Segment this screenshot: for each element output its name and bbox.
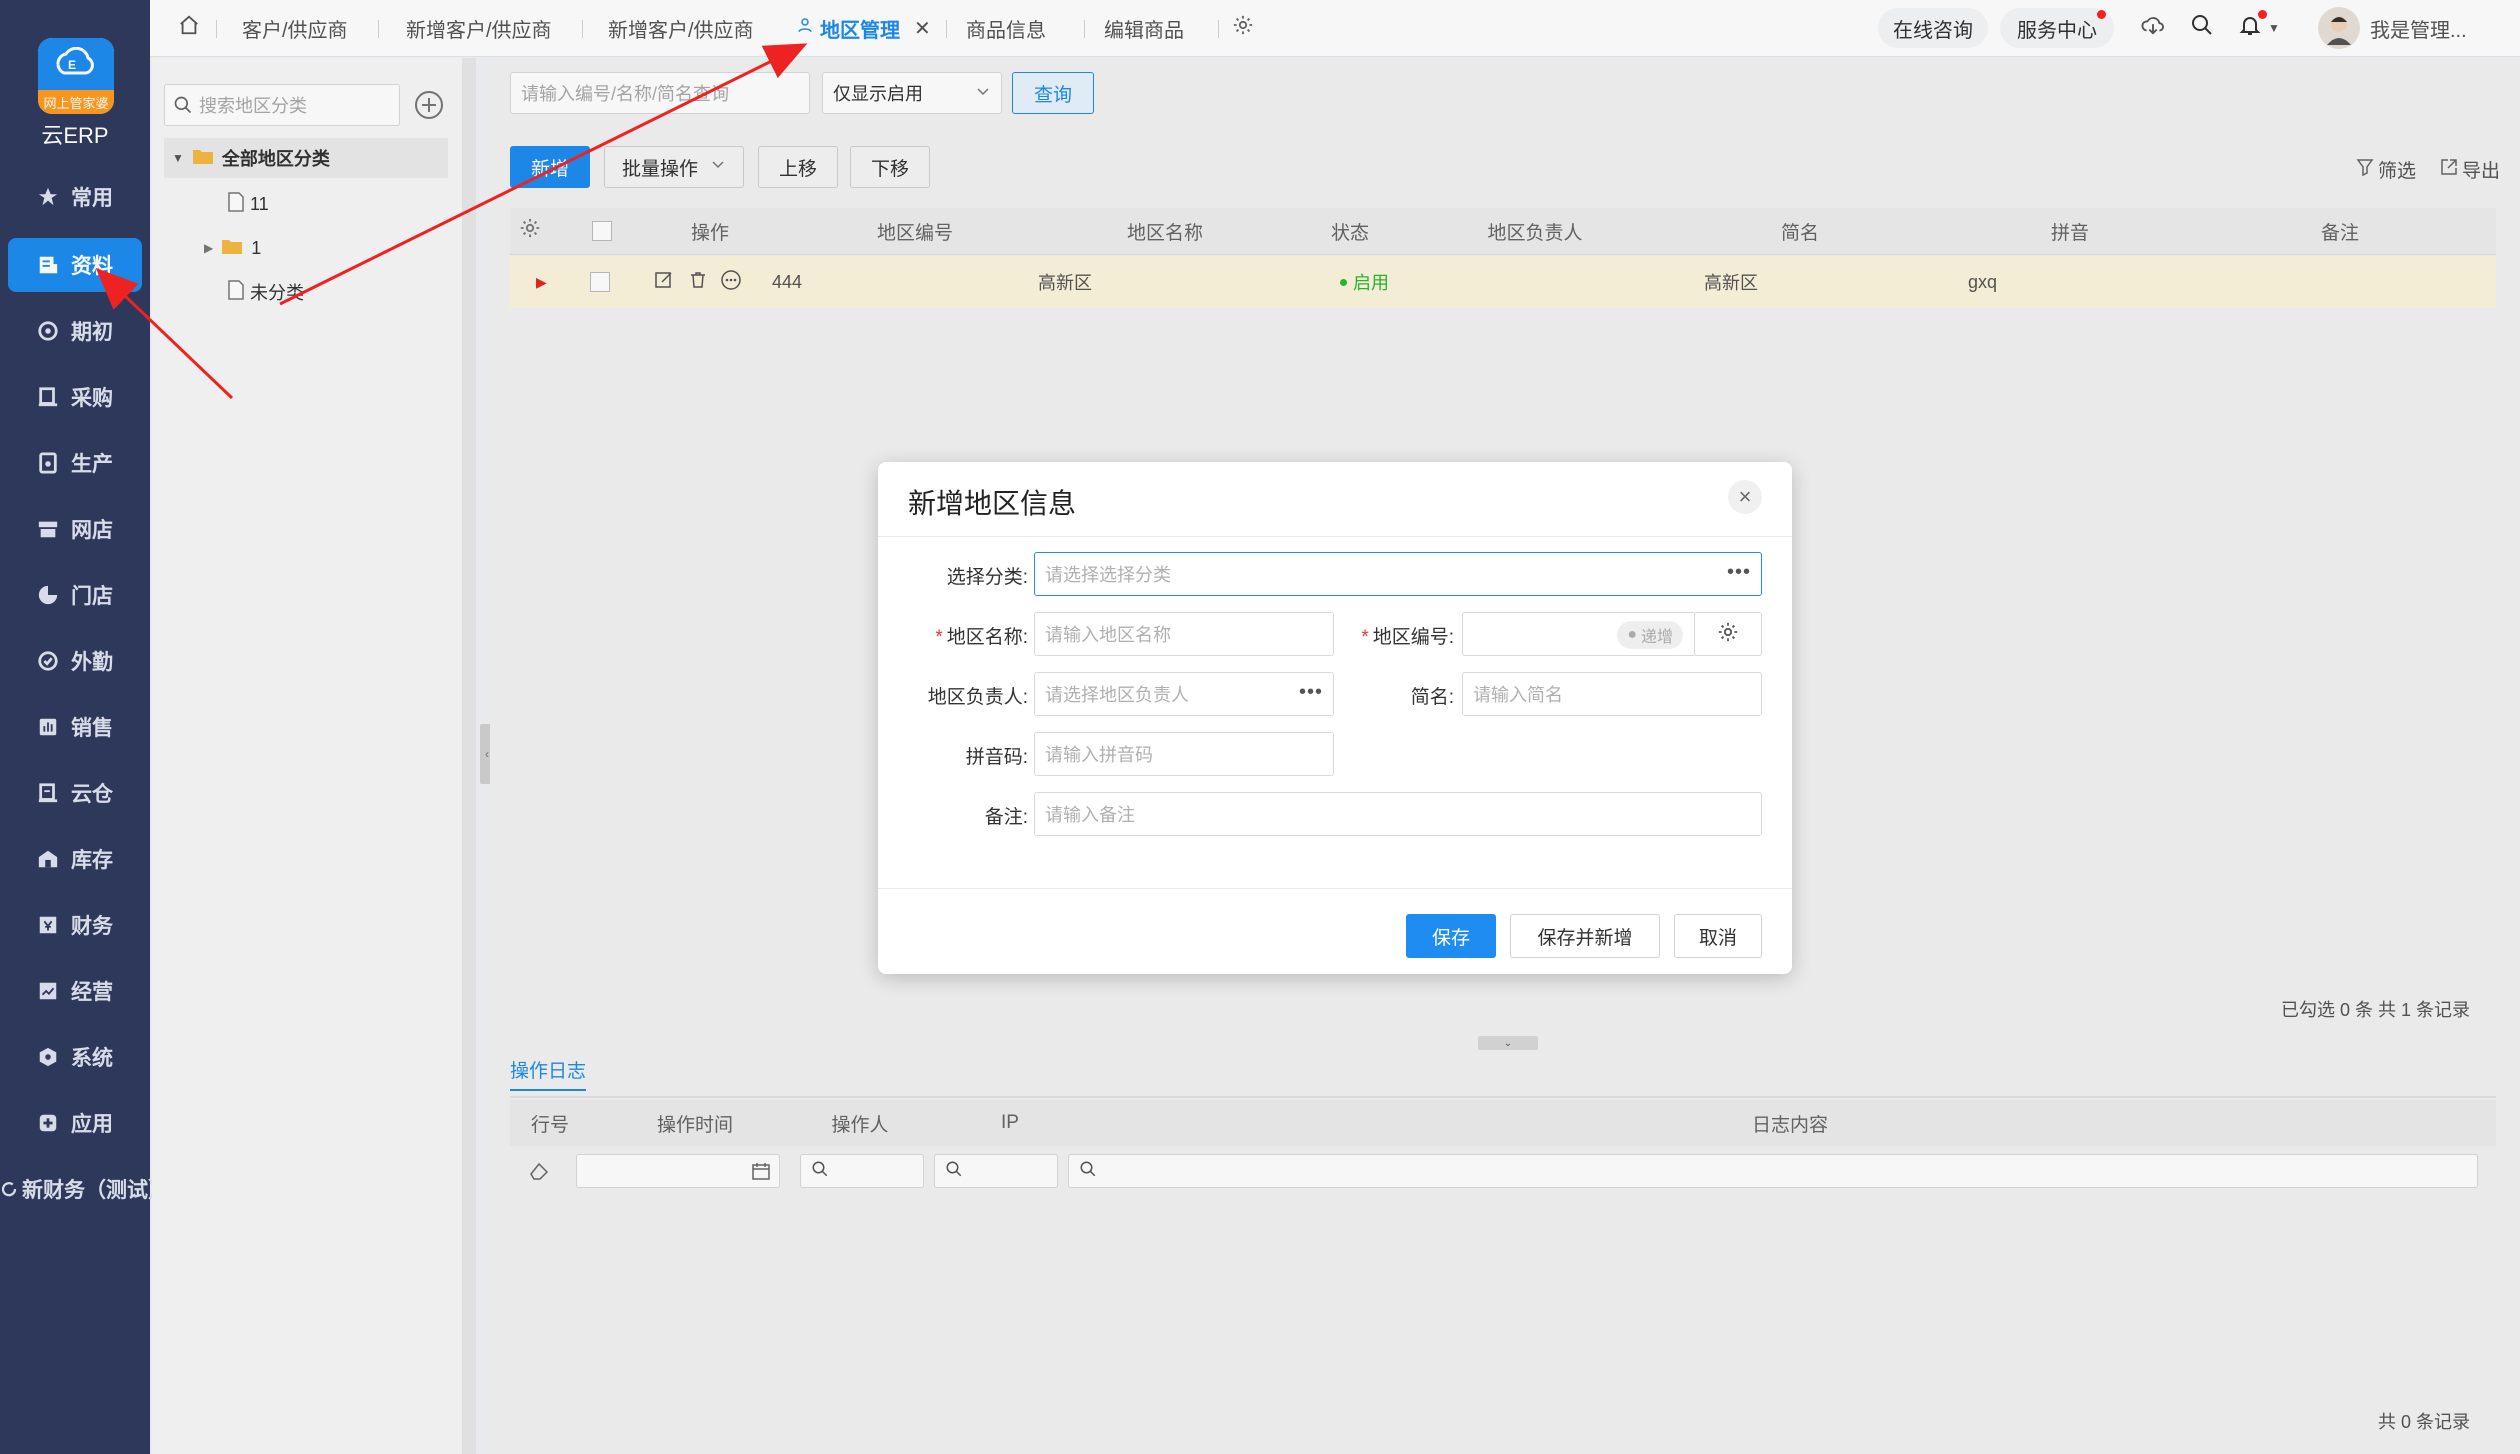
annotation-arrow-sidebar: [95, 267, 234, 400]
annotation-arrows: [95, 43, 808, 400]
annotation-arrow-tab: [279, 43, 808, 306]
